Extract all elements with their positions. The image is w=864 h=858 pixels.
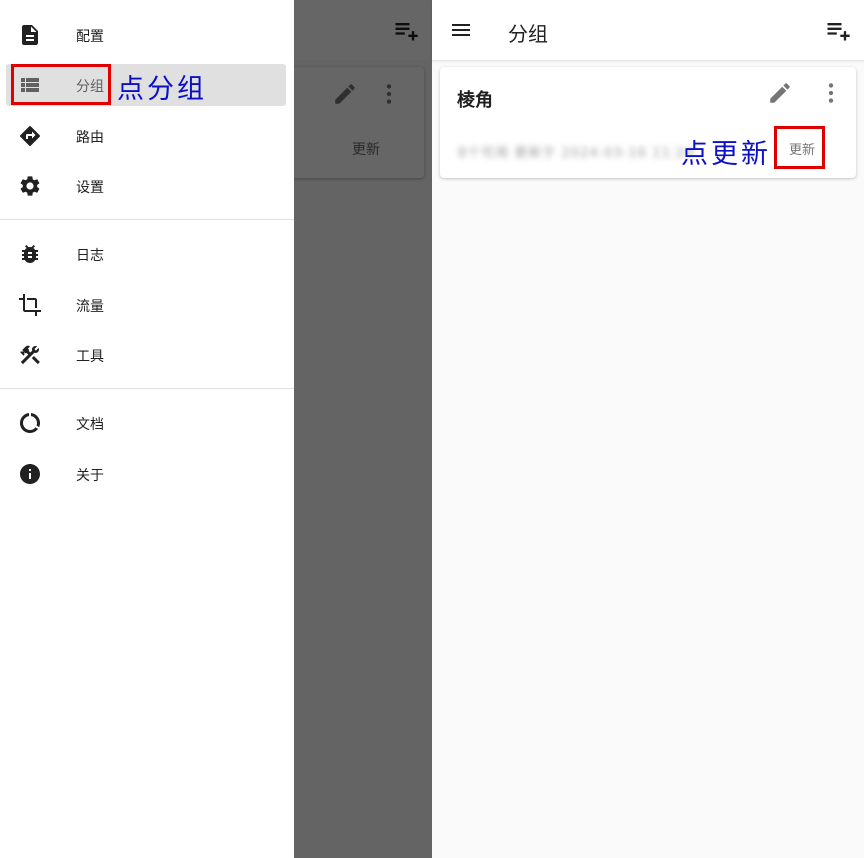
nav-item-tools[interactable]: 工具 (0, 331, 294, 379)
nav-item-routing[interactable]: 路由 (0, 112, 294, 160)
nav-item-label: 文档 (76, 417, 104, 433)
nav-item-logs[interactable]: 日志 (0, 230, 294, 278)
nav-item-label: 工具 (76, 349, 104, 365)
nav-item-traffic[interactable]: 流量 (0, 281, 294, 329)
gear-icon (20, 176, 40, 196)
page-title: 分组 (508, 22, 548, 46)
nav-item-settings[interactable]: 设置 (0, 162, 294, 210)
donut-icon (20, 413, 40, 433)
annotation-click-group: 点分组 (117, 74, 207, 105)
drawer-divider (0, 388, 294, 389)
nav-item-profiles[interactable]: 配置 (0, 11, 294, 59)
tools-icon (20, 345, 40, 365)
drawer-divider (0, 219, 294, 220)
playlist-add-icon[interactable] (824, 16, 852, 44)
highlight-box-update (774, 126, 825, 169)
nav-item-docs[interactable]: 文档 (0, 399, 294, 447)
nav-item-label: 路由 (76, 130, 104, 146)
nav-item-label: 日志 (76, 248, 104, 264)
crop-icon (19, 294, 41, 316)
bug-icon (22, 245, 38, 263)
nav-item-label: 流量 (76, 299, 104, 315)
annotation-click-update: 点更新 (681, 139, 771, 170)
more-vert-icon[interactable] (818, 80, 844, 106)
nav-item-label: 配置 (76, 29, 104, 45)
document-icon (22, 25, 38, 45)
right-screen: 分组 棱角 8个可用 更新于 2024-03-16 11:24 更新 点更新 (432, 0, 864, 858)
navigation-drawer: 配置 分组 路由 设置 日志 流量 工具 文档 关于 (0, 0, 294, 858)
info-icon (20, 464, 40, 484)
pencil-icon[interactable] (767, 80, 793, 106)
nav-item-label: 设置 (76, 180, 104, 196)
screenshot-composite: 更新 配置 分组 路由 (0, 0, 864, 858)
route-icon (20, 126, 40, 146)
app-bar: 分组 (432, 0, 864, 60)
left-screen: 更新 配置 分组 路由 (0, 0, 432, 858)
group-name: 棱角 (457, 90, 493, 111)
group-subtitle-blurred: 8个可用 更新于 2024-03-16 11:24 (458, 146, 695, 161)
hamburger-menu-icon[interactable] (449, 18, 473, 42)
nav-item-about[interactable]: 关于 (0, 450, 294, 498)
nav-item-label: 关于 (76, 468, 104, 484)
highlight-box-groups (11, 64, 111, 105)
